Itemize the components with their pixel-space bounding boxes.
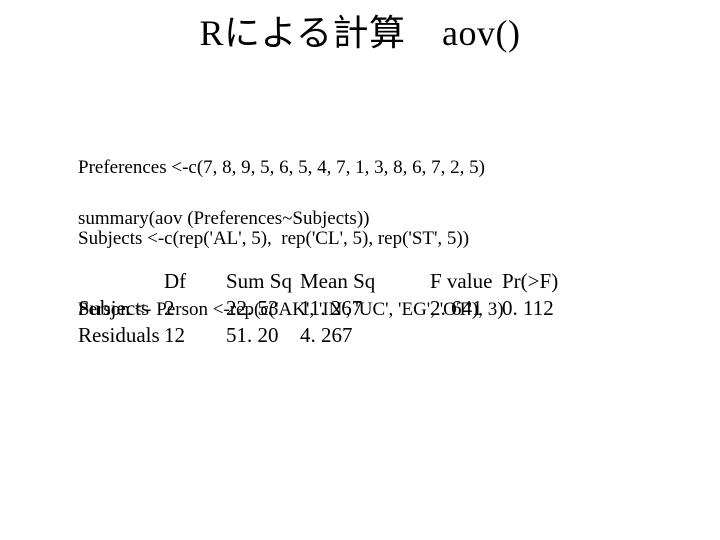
code-line-1: Preferences <-c(7, 8, 9, 5, 6, 5, 4, 7, … [78,156,504,180]
row-prf [502,322,572,349]
row-prf: 0. 112 [502,295,572,322]
header-blank [78,268,164,295]
row-label: Residuals [78,322,164,349]
row-df: 12 [164,322,226,349]
header-sumsq: Sum Sq [226,268,300,295]
header-prf: Pr(>F) [502,268,572,295]
row-df: 2 [164,295,226,322]
summary-call: summary(aov (Preferences~Subjects)) [78,208,369,230]
table-row: Subjects 2 22. 53 11. 267 2. 641 0. 112 [78,295,572,322]
header-df: Df [164,268,226,295]
slide-title: Rによる計算 aov() [0,4,720,56]
row-meansq: 11. 267 [300,295,430,322]
row-sumsq: 51. 20 [226,322,300,349]
header-fvalue: F value [430,268,502,295]
anova-table: Df Sum Sq Mean Sq F value Pr(>F) Subject… [78,268,572,349]
code-line-2: Subjects <-c(rep('AL', 5), rep('CL', 5),… [78,227,504,251]
row-label: Subjects [78,295,164,322]
table-row: Residuals 12 51. 20 4. 267 [78,322,572,349]
slide: Rによる計算 aov() Preferences <-c(7, 8, 9, 5,… [0,0,720,540]
row-sumsq: 22. 53 [226,295,300,322]
header-meansq: Mean Sq [300,268,430,295]
row-meansq: 4. 267 [300,322,430,349]
row-fvalue: 2. 641 [430,295,502,322]
row-fvalue [430,322,502,349]
table-header-row: Df Sum Sq Mean Sq F value Pr(>F) [78,268,572,295]
